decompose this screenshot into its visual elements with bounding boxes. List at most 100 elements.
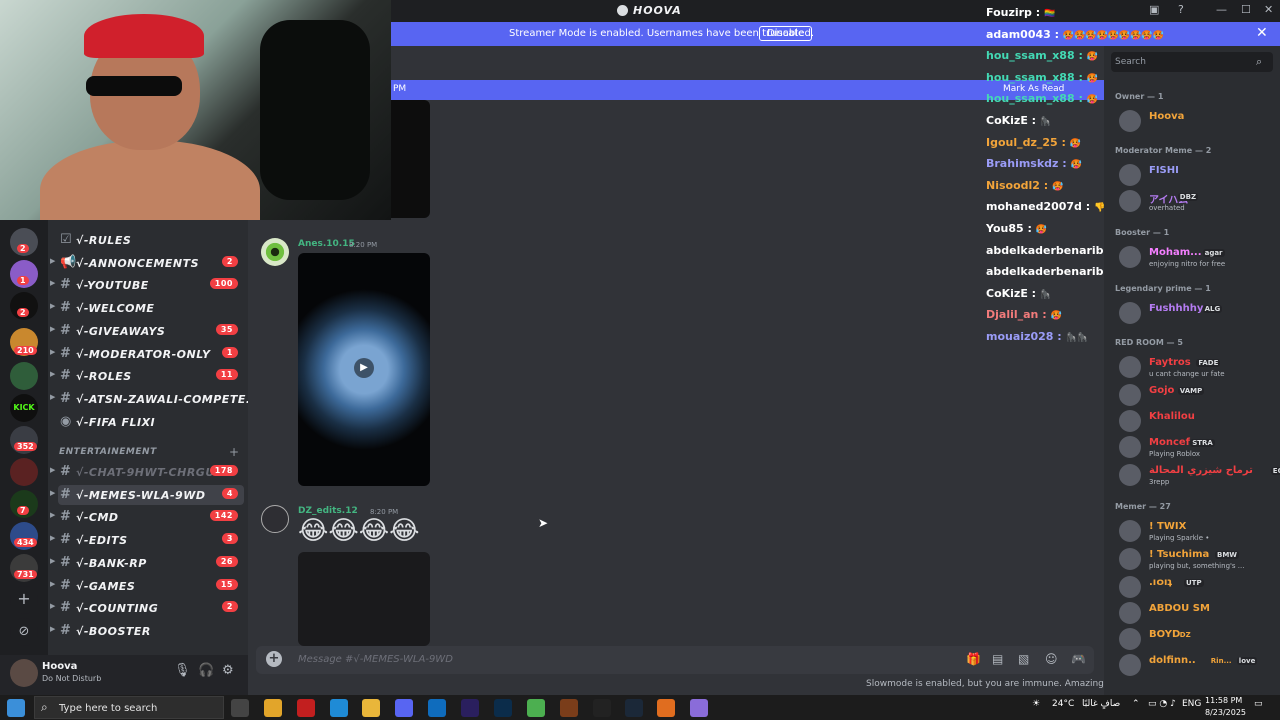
add-channel-icon[interactable]: + [229,445,239,459]
member-avatar[interactable] [1119,628,1141,650]
taskbar-search[interactable]: ⌕ Type here to search [34,696,224,719]
server-tag[interactable]: VAMP [1177,387,1205,395]
message-author[interactable]: Anes.10.15 [298,239,355,249]
app-icon[interactable] [657,699,675,717]
channel-item[interactable]: ▶ # √-MODERATOR-ONLY 1 [50,344,244,364]
search-bar[interactable]: Search ⌕ [1111,52,1273,72]
user-avatar[interactable] [261,505,289,533]
member-item[interactable]: Gojo VAMP [1119,382,1274,408]
channel-item[interactable]: ▶ 📢 √-ANNONCEMENTS 2 [50,253,244,273]
tray-arrow-icon[interactable]: ⌃ [1132,699,1140,709]
file-explorer-icon[interactable] [362,699,380,717]
channel-item[interactable]: ▶ # √-COUNTING 2 [50,598,244,618]
channel-item[interactable]: ▶ # √-WELCOME [50,298,244,318]
member-name[interactable]: ! Tsuchima [1149,549,1209,560]
discord-taskbar-icon[interactable] [395,699,413,717]
member-avatar[interactable] [1119,302,1141,324]
expand-arrow-icon[interactable]: ▶ [50,302,56,310]
member-avatar[interactable] [1119,436,1141,458]
expand-arrow-icon[interactable]: ▶ [50,511,56,519]
channel-item[interactable]: ▶ # √-ROLES 11 [50,366,244,386]
member-avatar[interactable] [1119,190,1141,212]
channel-item[interactable]: ▶ # √-YOUTUBE 100 [50,275,244,295]
windows-start-icon[interactable] [7,699,25,717]
minimize-icon[interactable]: — [1216,3,1227,16]
message-input[interactable]: Message #√-MEMES-WLA-9WD [298,654,453,665]
edge-icon[interactable] [330,699,348,717]
channel-item[interactable]: ▶ # √-BOOSTER [50,621,244,641]
channel-item[interactable]: ◉ √-FIFA FLIXI [58,412,244,432]
maximize-icon[interactable]: ☐ [1241,3,1251,16]
server-icon[interactable] [10,458,38,486]
attach-plus-icon[interactable]: + [266,651,282,667]
member-item[interactable]: dolfinn.. Rin... love [1119,652,1274,678]
photoshop-icon[interactable] [494,699,512,717]
network-icon[interactable]: ▭ ◔ ♪ [1148,699,1176,709]
task-view-icon[interactable] [231,699,249,717]
steam-icon[interactable] [625,699,643,717]
member-avatar[interactable] [1119,246,1141,268]
member-item[interactable]: BOYD DZ [1119,626,1274,652]
weather-temp[interactable]: 24°C [1052,699,1074,709]
member-item[interactable]: ! TWIX Playing Sparkle • [1119,518,1274,544]
member-avatar[interactable] [1119,110,1141,132]
member-item[interactable]: ترماح شيزري المحالة EGO 3repp [1119,462,1280,488]
app-icon[interactable] [560,699,578,717]
channel-item[interactable]: ▶ # √-ATSN-ZAWALI-COMPETE... [50,389,248,409]
member-name[interactable]: ! TWIX [1149,521,1186,532]
add-server-icon[interactable]: + [10,586,38,614]
clock-date[interactable]: 8/23/2025 [1205,708,1246,717]
emoji-icon[interactable]: ☺ [1045,652,1058,666]
member-name[interactable]: FISHI [1149,165,1179,176]
help-icon[interactable]: ? [1178,3,1184,16]
member-avatar[interactable] [1119,654,1141,676]
user-name[interactable]: Hoova [42,661,77,672]
member-avatar[interactable] [1119,576,1141,598]
server-icon[interactable] [10,362,38,390]
member-item[interactable]: Faytros FADE u cant change ur fate [1119,354,1274,380]
member-item[interactable]: Fushhhhy ALG [1119,300,1274,326]
member-avatar[interactable] [1119,164,1141,186]
play-icon[interactable]: ▶ [354,358,374,378]
expand-arrow-icon[interactable]: ▶ [50,602,56,610]
notification-icon[interactable]: ▭ [1254,699,1263,709]
weather-icon[interactable]: ☀ [1032,699,1040,709]
user-avatar[interactable] [261,238,289,266]
channel-item[interactable]: ☑ √-RULES [58,230,244,250]
member-name[interactable]: Gojo [1149,385,1174,396]
member-item[interactable]: Khalilou [1119,408,1274,434]
member-avatar[interactable] [1119,548,1141,570]
illustrator-icon[interactable] [297,699,315,717]
member-avatar[interactable] [1119,384,1141,406]
server-tag[interactable]: agar [1202,249,1225,257]
message-composer[interactable]: + Message #√-MEMES-WLA-9WD 🎁 ▤ ▧ ☺ 🎮 [256,646,1094,674]
clock-time[interactable]: 11:58 PM [1205,696,1242,705]
search-icon[interactable]: ⌕ [1256,55,1262,69]
member-item[interactable]: ABDOU SM [1119,600,1274,626]
member-item[interactable]: アイハム DBZ overhated [1119,188,1274,214]
sticker-icon[interactable]: ▧ [1018,652,1029,666]
server-tag[interactable]: UTP [1184,579,1204,587]
member-name[interactable]: .ı໐ıʇ [1149,577,1172,588]
member-name[interactable]: Moham... [1149,247,1202,258]
discover-icon[interactable]: ⊘ [10,618,38,646]
image-embed[interactable] [298,552,430,646]
headphones-icon[interactable]: 🎧 [198,663,214,678]
channel-item[interactable]: ▶ # √-GIVEAWAYS 35 [50,321,244,341]
expand-arrow-icon[interactable]: ▶ [50,279,56,287]
expand-arrow-icon[interactable]: ▶ [50,489,56,497]
member-avatar[interactable] [1119,356,1141,378]
member-item[interactable]: ! Tsuchima BMW playing but, something's ..… [1119,546,1274,572]
member-item[interactable]: Moncef STRA Playing Roblox [1119,434,1274,460]
member-item[interactable]: Moham... agar enjoying nitro for free [1119,244,1274,270]
server-tag[interactable]: STRA [1190,439,1215,447]
channel-item[interactable]: ▶ # √-CMD 142 [50,507,244,527]
member-name[interactable]: ترماح شيزري المحالة [1149,465,1253,476]
server-tag[interactable]: love [1236,657,1258,665]
expand-arrow-icon[interactable]: ▶ [50,257,56,265]
expand-arrow-icon[interactable]: ▶ [50,557,56,565]
member-avatar[interactable] [1119,410,1141,432]
member-name[interactable]: Faytros [1149,357,1191,368]
expand-arrow-icon[interactable]: ▶ [50,348,56,356]
member-name[interactable]: Fushhhhy [1149,303,1203,314]
